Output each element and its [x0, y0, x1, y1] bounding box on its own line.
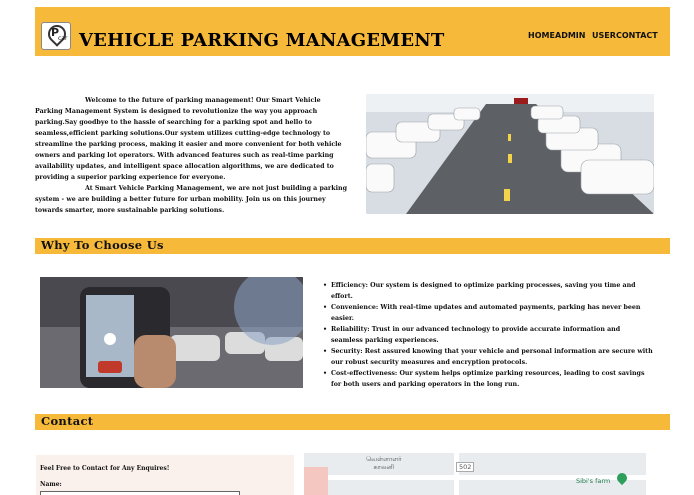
intro-paragraph-2: At Smart Vehicle Parking Management, we … [35, 185, 347, 214]
map-label-colony: வெள்ளாளர் காலனி [366, 455, 402, 471]
nav-home[interactable]: HOME [528, 31, 555, 40]
feature-efficiency: Efficiency: Our system is designed to op… [323, 280, 653, 302]
site-title: VEHICLE PARKING MANAGEMENT [79, 30, 445, 51]
map-road-vertical [454, 453, 459, 495]
phone-illustration [40, 277, 303, 388]
intro-paragraph-1: Welcome to the future of parking managem… [35, 97, 342, 181]
map-label-farm: Sibi's farm [576, 477, 611, 485]
location-map[interactable]: வெள்ளாளர் காலனி 502 Sibi's farm [304, 453, 646, 495]
feature-cost-effectiveness: Cost-effectiveness: Our system helps opt… [323, 368, 653, 390]
smartphone-parking-image [40, 277, 303, 388]
contact-heading: Contact [41, 414, 94, 428]
parking-lot-illustration [366, 94, 654, 214]
why-heading: Why To Choose Us [41, 238, 164, 252]
map-pin-icon[interactable] [614, 470, 630, 486]
map-road-number: 502 [456, 462, 475, 472]
parking-lot-image [366, 94, 654, 214]
parking-logo[interactable]: P car [41, 21, 71, 50]
intro-text: Welcome to the future of parking managem… [35, 95, 347, 216]
feature-security: Security: Rest assured knowing that your… [323, 346, 653, 368]
feature-reliability: Reliability: Trust in our advanced techn… [323, 324, 653, 346]
nav-admin[interactable]: ADMIN [555, 31, 585, 40]
logo-sub: car [58, 35, 68, 42]
contact-section-bar: Contact [35, 414, 670, 430]
contact-form: Feel Free to Contact for Any Enquires! N… [36, 455, 294, 495]
why-section-bar: Why To Choose Us [35, 238, 670, 254]
name-input[interactable] [40, 491, 240, 495]
nav-contact[interactable]: CONTACT [616, 31, 658, 40]
map-area [304, 467, 328, 495]
nav-user[interactable]: USER [592, 31, 616, 40]
feature-list: Efficiency: Our system is designed to op… [323, 280, 653, 390]
name-label: Name: [40, 481, 62, 488]
form-title: Feel Free to Contact for Any Enquires! [40, 465, 170, 472]
site-header: P car VEHICLE PARKING MANAGEMENT HOME AD… [35, 7, 670, 56]
feature-convenience: Convenience: With real-time updates and … [323, 302, 653, 324]
